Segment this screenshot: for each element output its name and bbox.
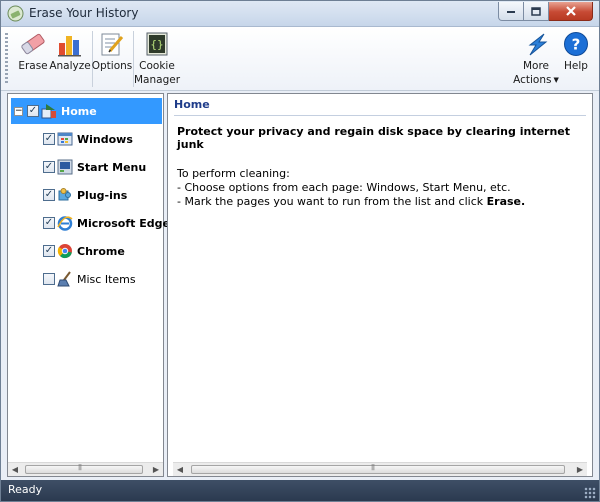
content-horizontal-scrollbar[interactable]: ◀ ||| ▶ [173,462,587,476]
minimize-button[interactable] [498,2,524,21]
edge-ie-icon [57,215,73,231]
page-tree: − ✓ Home ✓ Windows ✓ Start Menu ✓ Plug-i… [7,93,186,477]
erase-label: Erase [18,60,48,72]
windows-folder-icon [57,131,73,147]
misc-items-checkbox[interactable]: ✓ [43,273,55,285]
dropdown-caret-icon: ▼ [553,76,559,84]
close-button[interactable] [549,2,593,21]
tree-item-label: Start Menu [77,160,147,174]
scroll-right-arrow-icon[interactable]: ▶ [149,463,163,476]
headline-text: Protect your privacy and regain disk spa… [177,125,571,151]
scrollbar-thumb[interactable] [25,465,143,474]
tree-horizontal-scrollbar[interactable]: ◀ ||| ▶ [8,462,163,476]
options-label: Options [91,60,133,72]
home-checkbox[interactable]: ✓ [27,105,39,117]
scroll-left-arrow-icon[interactable]: ◀ [8,463,22,476]
windows-checkbox[interactable]: ✓ [43,133,55,145]
maximize-icon [531,6,541,16]
window-title: Erase Your History [29,6,139,20]
resize-grip-icon[interactable] [584,487,596,499]
title-divider [174,115,586,116]
cookie-label-line2: Manager [133,74,181,86]
checklist-pencil-icon [97,29,127,59]
maximize-button[interactable] [524,2,549,21]
scroll-left-arrow-icon[interactable]: ◀ [173,463,187,476]
help-button[interactable]: ? Help [561,29,591,73]
broom-icon [57,271,73,287]
cookie-manager-button[interactable]: {} Cookie Manager [133,29,181,87]
erase-button[interactable]: Erase [16,29,50,73]
app-eraser-icon [7,5,24,22]
bar-chart-icon [55,29,85,59]
tree-item-label: Windows [77,132,133,146]
more-label-line2: Actions ▼ [513,74,559,86]
close-icon [565,6,576,16]
more-actions-button[interactable]: More Actions ▼ [512,29,560,88]
status-bar: Ready [1,480,599,501]
tree-item-label: Home [61,104,97,118]
analyze-button[interactable]: Analyze [49,29,91,73]
options-button[interactable]: Options [91,29,133,73]
edge-ie-checkbox[interactable]: ✓ [43,217,55,229]
scrollbar-grip: ||| [78,464,82,471]
start-menu-checkbox[interactable]: ✓ [43,161,55,173]
scroll-right-arrow-icon[interactable]: ▶ [573,463,587,476]
blue-arrow-icon [521,29,551,59]
instructions-intro: To perform cleaning: [177,167,290,180]
cookie-file-icon: {} [142,29,172,59]
title-bar[interactable]: Erase Your History [1,1,599,27]
help-label: Help [564,60,588,72]
chrome-checkbox[interactable]: ✓ [43,245,55,257]
collapse-expander-icon[interactable]: − [14,106,23,116]
app-window: Erase Your History Erase Analyze Options… [0,0,600,502]
tree-item-home[interactable]: − ✓ Home [11,98,162,124]
toolbar: Erase Analyze Options {} Cookie Manager … [1,27,599,91]
chrome-icon [57,243,73,259]
page-title: Home [174,98,210,111]
svg-text:{}: {} [150,38,163,51]
home-icon [41,103,57,119]
scrollbar-thumb[interactable] [191,465,565,474]
toolbar-grip[interactable] [5,33,8,85]
tree-item-label: Plug-ins [77,188,128,202]
tree-item-label: Chrome [77,244,125,258]
svg-text:?: ? [572,36,581,54]
minimize-icon [507,11,515,13]
tree-item-label: Misc Items [77,272,136,286]
scrollbar-grip: ||| [371,464,375,471]
instruction-line-2-text: - Mark the pages you want to run from th… [177,195,487,208]
more-label-line1: More [522,60,550,72]
instruction-line-2: - Mark the pages you want to run from th… [177,195,525,209]
help-icon: ? [561,29,591,59]
cookie-label-line1: Cookie [139,60,175,72]
content-panel: Home Protect your privacy and regain dis… [167,93,593,477]
plug-ins-checkbox[interactable]: ✓ [43,189,55,201]
instruction-line-1: - Choose options from each page: Windows… [177,181,511,194]
puzzle-piece-icon [57,187,73,203]
caption-buttons [498,2,593,21]
analyze-label: Analyze [49,60,91,72]
eraser-icon [18,29,48,59]
start-menu-icon [57,159,73,175]
status-text: Ready [8,483,43,496]
instruction-erase-word: Erase. [486,195,526,208]
